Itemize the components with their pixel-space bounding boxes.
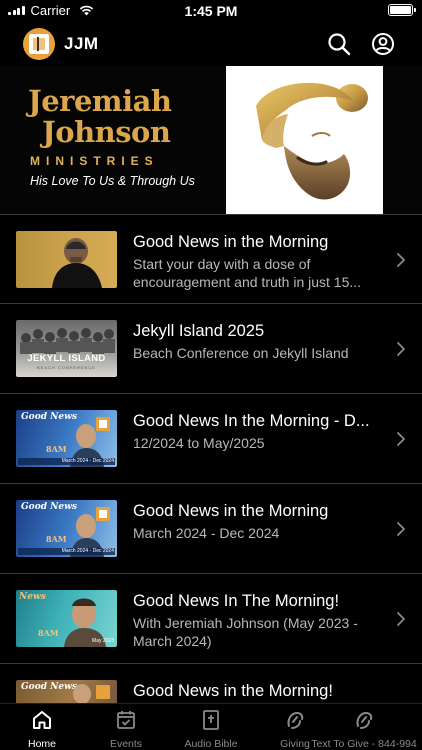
tab-label: Events [109, 738, 143, 750]
series-title: Good News In the Morning - D... [133, 412, 370, 430]
series-title: Good News in the Morning [133, 233, 329, 251]
search-icon[interactable] [327, 32, 351, 56]
series-thumbnail: Good News 8AM March 2024 - Dec 2024 [16, 410, 117, 467]
giving-icon [356, 711, 373, 729]
tab-text-to-give[interactable]: Text To Give - 844-994 [306, 704, 422, 750]
banner-logo-text: Jeremiah Johnson MINISTRIES His Love To … [0, 66, 214, 214]
list-item[interactable]: Good News Good News in the Morning! [0, 664, 422, 703]
thumbnail-date: March 2024 - Dec 2024 [61, 458, 114, 464]
tab-audio-bible[interactable]: Audio Bible [176, 704, 246, 750]
list-item[interactable]: Good News 8AM March 2024 - Dec 2024 Good… [0, 394, 422, 484]
banner-name-line2: Johnson [42, 115, 171, 149]
list-item[interactable]: JEKYLL ISLAND BEACH CONFERENCE Jekyll Is… [0, 304, 422, 394]
banner-ministries: MINISTRIES [30, 154, 159, 168]
tab-bar: Home Events Audio Bible Giving Text To G… [0, 703, 422, 750]
series-thumbnail: Good News [16, 680, 117, 703]
tab-events[interactable]: Events [98, 704, 154, 750]
tab-label: Text To Give - 844-994 [311, 738, 417, 750]
series-title: Jekyll Island 2025 [133, 322, 265, 340]
giving-icon [287, 711, 304, 729]
chevron-right-icon [397, 522, 405, 536]
tab-label: Home [27, 738, 56, 750]
series-subtitle: Start your day with a dose of encouragem… [133, 256, 362, 290]
chevron-right-icon [397, 432, 405, 446]
nav-bar: JJM [0, 22, 422, 66]
banner-portrait-art [226, 66, 383, 214]
status-bar: Carrier 1:45 PM [0, 0, 422, 22]
profile-icon[interactable] [371, 32, 395, 56]
series-thumbnail: News 8AM May 2023 [16, 590, 117, 647]
tab-label: Audio Bible [184, 738, 238, 750]
chevron-right-icon [397, 342, 405, 356]
series-subtitle: 12/2024 to May/2025 [133, 435, 265, 451]
calendar-check-icon [117, 711, 135, 729]
list-item[interactable]: Good News in the Morning Start your day … [0, 214, 422, 304]
series-subtitle: March 2024 - Dec 2024 [133, 525, 280, 541]
app-title: JJM [64, 34, 99, 53]
series-title: Good News in the Morning! [133, 682, 333, 700]
banner-name-line1: Jeremiah [28, 84, 172, 118]
ministry-banner: Jeremiah Johnson MINISTRIES His Love To … [0, 66, 422, 214]
series-thumbnail: JEKYLL ISLAND BEACH CONFERENCE [16, 320, 117, 377]
chevron-right-icon [397, 612, 405, 626]
thumbnail-subcaption: BEACH CONFERENCE [37, 365, 96, 370]
series-title: Good News in the Morning [133, 502, 329, 520]
series-thumbnail: Good News 8AM March 2024 - Dec 2024 [16, 500, 117, 557]
tab-home[interactable]: Home [14, 704, 70, 750]
series-thumbnail [16, 231, 117, 288]
status-time: 1:45 PM [184, 3, 238, 19]
chevron-right-icon [397, 253, 405, 267]
home-icon [33, 711, 51, 729]
series-title: Good News In The Morning! [133, 592, 340, 610]
thumbnail-date: March 2024 - Dec 2024 [61, 548, 114, 554]
bible-icon [203, 710, 219, 730]
list-item[interactable]: Good News 8AM March 2024 - Dec 2024 Good… [0, 484, 422, 574]
battery-icon [388, 4, 416, 16]
app-logo [23, 28, 55, 60]
series-subtitle: Beach Conference on Jekyll Island [133, 345, 349, 361]
banner-tagline: His Love To Us & Through Us [30, 174, 195, 188]
series-subtitle: With Jeremiah Johnson (May 2023 - March … [133, 615, 358, 649]
list-item[interactable]: News 8AM May 2023 Good News In The Morni… [0, 574, 422, 664]
banner-name: Jeremiah Johnson [28, 84, 172, 149]
thumbnail-caption: JEKYLL ISLAND [27, 353, 106, 364]
thumbnail-date: May 2023 [92, 638, 114, 644]
series-list: Good News in the Morning Start your day … [0, 214, 422, 703]
